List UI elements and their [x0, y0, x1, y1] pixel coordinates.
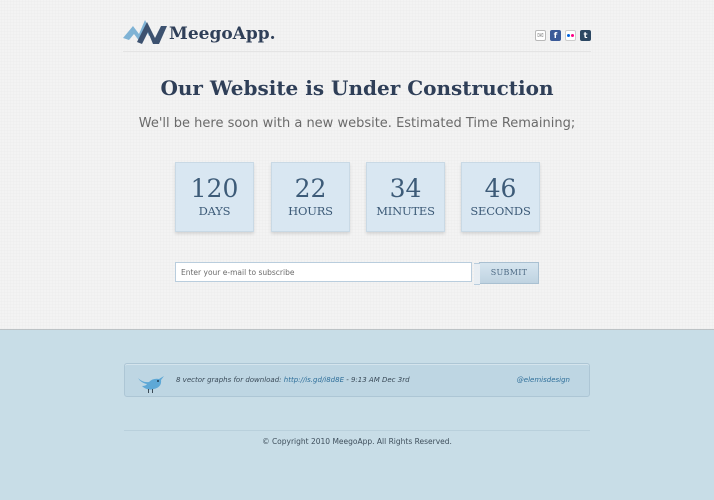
countdown-label: MINUTES	[376, 204, 435, 218]
countdown-seconds: 46 SECONDS	[461, 162, 540, 232]
copyright-text: © Copyright 2010 MeegoApp. All Rights Re…	[262, 437, 452, 446]
tweet-body: 8 vector graphs for download:	[176, 376, 284, 384]
countdown-minutes: 34 MINUTES	[366, 162, 445, 232]
countdown-hours: 22 HOURS	[271, 162, 350, 232]
facebook-icon[interactable]: f	[550, 30, 561, 41]
footer-section	[0, 330, 714, 500]
twitter-handle-link[interactable]: @elemisdesign	[517, 376, 570, 384]
subscribe-form: Enter your e-mail to subscribe SUBMIT	[175, 262, 539, 285]
countdown-value: 34	[389, 174, 422, 203]
logo-text[interactable]: MeegoApp.	[169, 24, 276, 44]
countdown-label: HOURS	[288, 204, 333, 218]
footer-divider	[124, 430, 590, 431]
tweet-time: - 9:13 AM Dec 3rd	[344, 376, 410, 384]
countdown-value: 120	[190, 174, 239, 203]
page-title: Our Website is Under Construction	[160, 76, 554, 100]
social-links: ✉ f t	[535, 30, 591, 41]
email-field[interactable]: Enter your e-mail to subscribe	[175, 262, 472, 282]
logo-icon	[123, 20, 167, 44]
twitter-feed: 8 vector graphs for download: http://is.…	[124, 363, 590, 397]
submit-button[interactable]: SUBMIT	[474, 262, 539, 285]
tweet-text: 8 vector graphs for download: http://is.…	[176, 376, 410, 384]
header-divider	[123, 51, 591, 52]
tumblr-icon[interactable]: t	[580, 30, 591, 41]
countdown-value: 46	[484, 174, 517, 203]
countdown-label: DAYS	[198, 204, 231, 218]
twitter-bird-icon	[138, 376, 164, 393]
page-subtitle: We'll be here soon with a new website. E…	[138, 116, 576, 131]
countdown-days: 120 DAYS	[175, 162, 254, 232]
tweet-link[interactable]: http://is.gd/i8d8E	[284, 376, 344, 384]
mail-icon[interactable]: ✉	[535, 30, 546, 41]
countdown-value: 22	[294, 174, 327, 203]
countdown-label: SECONDS	[470, 204, 531, 218]
header: MeegoApp. ✉ f t	[123, 18, 591, 52]
flickr-icon[interactable]	[565, 30, 576, 41]
